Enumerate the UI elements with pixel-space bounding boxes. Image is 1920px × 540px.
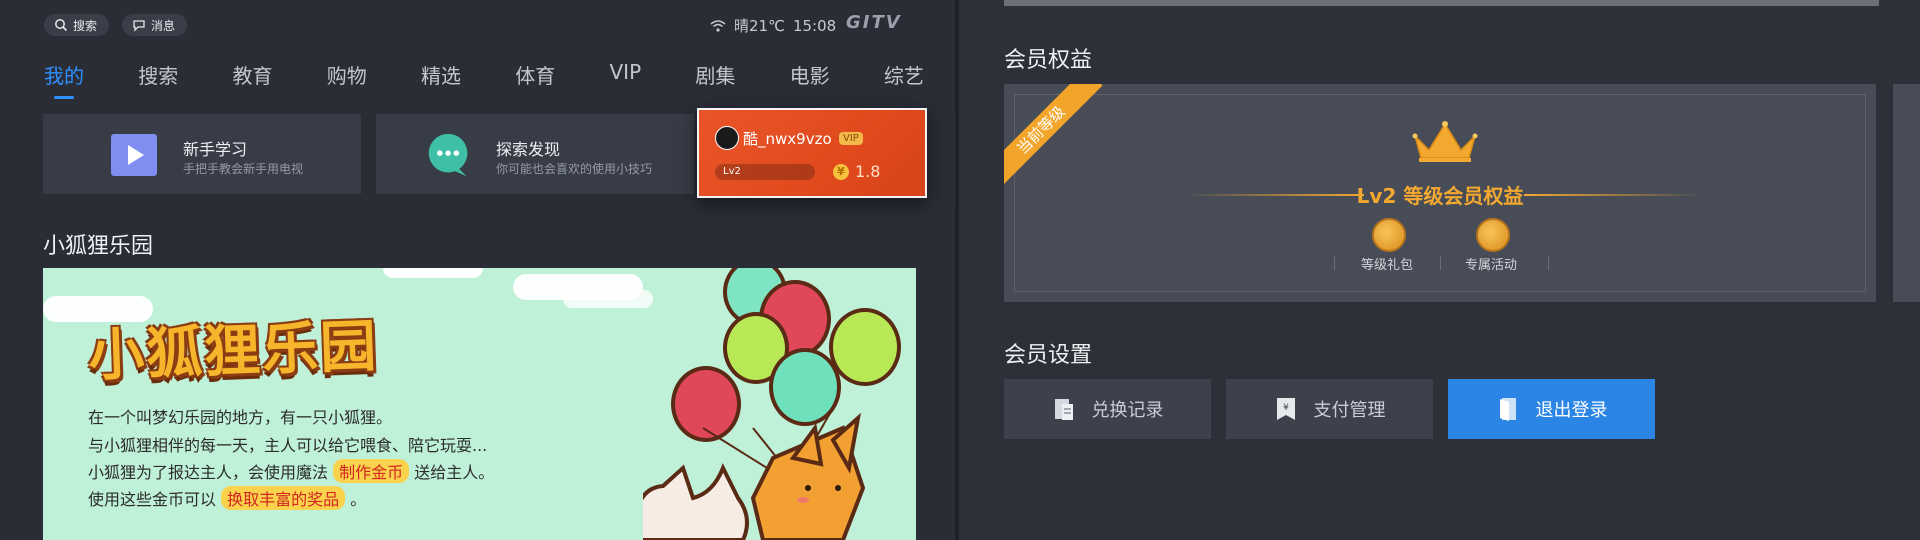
search-icon xyxy=(55,19,68,32)
tab-search[interactable]: 搜索 xyxy=(138,58,178,91)
explore-subtitle: 你可能也会喜欢的使用小技巧 xyxy=(496,162,653,176)
cloud-decoration xyxy=(383,268,483,278)
separator xyxy=(1334,256,1335,270)
redeem-history-label: 兑换记录 xyxy=(1091,400,1164,421)
benefit-exclusive-event[interactable]: 专属活动 xyxy=(1465,254,1517,273)
tab-mine[interactable]: 我的 xyxy=(44,58,84,99)
payment-management-button[interactable]: ¥ 支付管理 xyxy=(1226,379,1433,439)
right-panel: 会员权益 当前等级 Lv2 等级会员权益 等级礼包 专属活动 会员设置 兑换记录… xyxy=(959,0,1920,540)
separator xyxy=(1440,256,1441,270)
message-icon xyxy=(133,20,145,32)
payment-management-label: 支付管理 xyxy=(1313,400,1386,421)
top-strip xyxy=(1004,0,1879,6)
message-label: 消息 xyxy=(151,18,176,33)
crown-icon xyxy=(1412,121,1478,162)
cloud-decoration xyxy=(563,290,653,308)
tab-featured[interactable]: 精选 xyxy=(421,58,461,91)
explore-card[interactable]: 探索发现 你可能也会喜欢的使用小技巧 xyxy=(376,114,694,194)
search-pill[interactable]: 搜索 xyxy=(44,14,110,36)
banner-line-4: 使用这些金币可以 换取丰富的奖品 。 xyxy=(88,486,366,510)
banner-line-3-pre: 小狐狸为了报达主人，会使用魔法 xyxy=(88,463,329,482)
message-pill[interactable]: 消息 xyxy=(122,14,188,36)
banner-line-4-post: 。 xyxy=(350,490,367,509)
explore-title: 探索发现 xyxy=(496,140,561,159)
avatar xyxy=(715,126,739,150)
fox-section-title: 小狐狸乐园 xyxy=(43,234,154,259)
level-bar: Lv2 xyxy=(715,164,815,180)
member-rights-card[interactable]: 当前等级 Lv2 等级会员权益 等级礼包 专属活动 xyxy=(1004,84,1876,302)
member-rights-title: 会员权益 xyxy=(1004,48,1093,73)
banner-line-1: 在一个叫梦幻乐园的地方，有一只小狐狸。 xyxy=(88,408,393,427)
nav-tabs: 我的 搜索 教育 购物 精选 体育 VIP 剧集 电影 综艺 xyxy=(44,58,924,99)
tab-sports[interactable]: 体育 xyxy=(515,58,555,91)
tab-shopping[interactable]: 购物 xyxy=(327,58,367,91)
coin-icon: ¥ xyxy=(833,164,849,180)
next-card-peek xyxy=(1893,84,1920,302)
tab-vip[interactable]: VIP xyxy=(610,58,642,91)
newbie-subtitle: 手把手教会新手用电视 xyxy=(183,162,304,176)
chat-bubble-icon xyxy=(428,133,468,177)
tab-series[interactable]: 剧集 xyxy=(695,58,735,91)
highlight-prizes: 换取丰富的奖品 xyxy=(221,486,346,510)
level-benefits-title: Lv2 等级会员权益 xyxy=(1356,184,1524,208)
document-icon xyxy=(1054,399,1073,420)
separator xyxy=(1548,256,1549,270)
wifi-icon xyxy=(710,20,726,32)
tab-variety[interactable]: 综艺 xyxy=(884,58,924,91)
banner-line-3-post: 送给主人。 xyxy=(414,463,495,482)
gift-medal-icon xyxy=(1372,218,1406,252)
username: 酷_nwx9vzo xyxy=(743,130,832,148)
newbie-title: 新手学习 xyxy=(183,140,248,159)
play-icon xyxy=(111,134,157,176)
tab-movies[interactable]: 电影 xyxy=(790,58,830,91)
status-bar: 晴21℃ 15:08 xyxy=(710,15,836,36)
banner-line-3: 小狐狸为了报达主人，会使用魔法 制作金币 送给主人。 xyxy=(88,459,494,483)
tab-education[interactable]: 教育 xyxy=(233,58,273,91)
fox-banner[interactable]: 小狐狸乐园 在一个叫梦幻乐园的地方，有一只小狐狸。 与小狐狸相伴的每一天，主人可… xyxy=(43,268,916,540)
logout-label: 退出登录 xyxy=(1535,400,1608,421)
coin-balance: 1.8 xyxy=(855,162,881,181)
redeem-history-button[interactable]: 兑换记录 xyxy=(1004,379,1211,439)
banner-line-2: 与小狐狸相伴的每一天，主人可以给它喂食、陪它玩耍... xyxy=(88,436,488,455)
gitv-logo: GITV xyxy=(846,12,902,33)
payment-tag-icon: ¥ xyxy=(1276,398,1295,420)
banner-title: 小狐狸乐园 xyxy=(87,313,380,390)
highlight-make-coins: 制作金币 xyxy=(333,459,410,483)
logout-button[interactable]: 退出登录 xyxy=(1448,379,1655,439)
left-panel: 搜索 消息 晴21℃ 15:08 GITV 我的 搜索 教育 购物 精选 体育 … xyxy=(0,0,955,540)
weather-text: 晴21℃ xyxy=(734,17,785,35)
svg-text:¥: ¥ xyxy=(1283,403,1289,413)
clock-text: 15:08 xyxy=(792,16,837,35)
fox-illustration xyxy=(643,407,866,540)
benefit-gift-pack[interactable]: 等级礼包 xyxy=(1361,254,1413,273)
search-label: 搜索 xyxy=(73,18,98,33)
member-settings-title: 会员设置 xyxy=(1004,343,1093,368)
vip-badge: VIP xyxy=(839,132,863,145)
door-icon xyxy=(1499,398,1516,421)
newbie-card[interactable]: 新手学习 手把手教会新手用电视 xyxy=(43,114,361,194)
event-medal-icon xyxy=(1476,218,1510,252)
profile-card[interactable]: 酷_nwx9vzo VIP Lv2 ¥ 1.8 xyxy=(697,108,927,198)
banner-line-4-pre: 使用这些金币可以 xyxy=(88,490,217,509)
